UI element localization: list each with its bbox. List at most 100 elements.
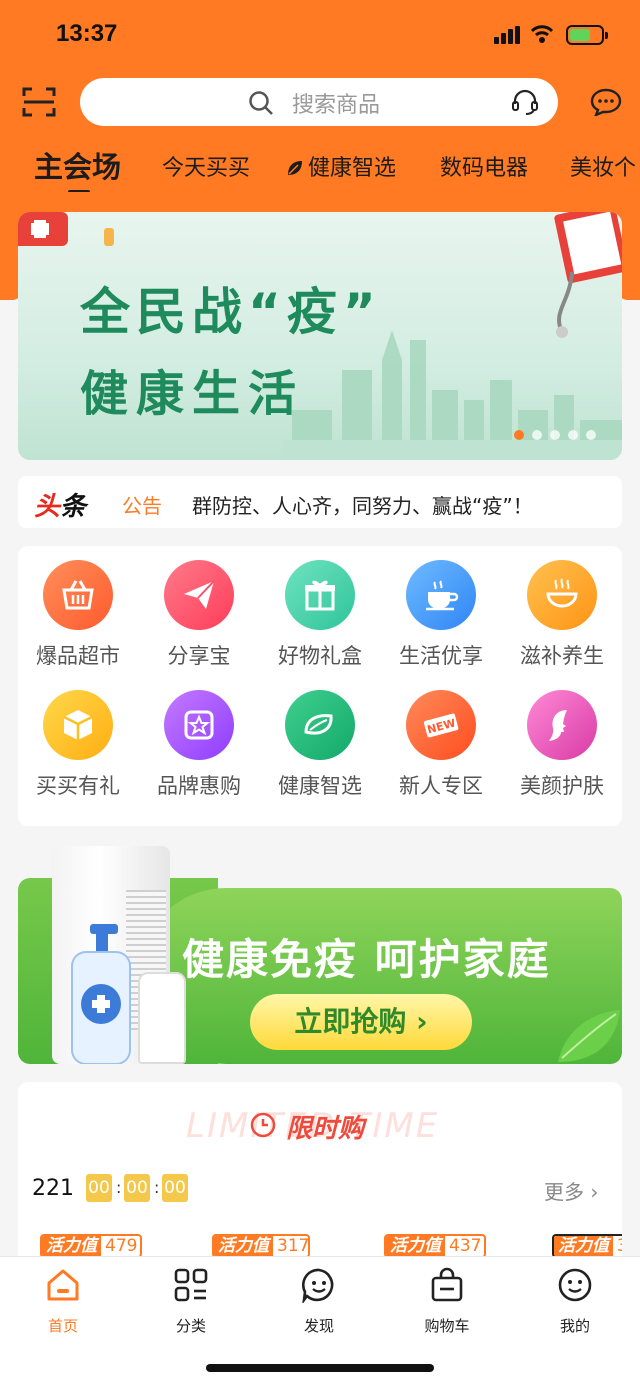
more-link[interactable]: 更多 › — [544, 1176, 598, 1205]
vitality-value: 479 — [105, 1236, 138, 1256]
battery-icon — [566, 25, 608, 45]
flash-title: 限时购 — [286, 1114, 365, 1144]
hero-banner[interactable]: 全民战“疫” 健康生活 — [18, 212, 622, 460]
paper-plane-icon — [164, 560, 234, 630]
announcement-bar[interactable]: 头条 公告 群防控、人心齐，同努力、赢战“疫”！ — [18, 476, 622, 528]
banner-dot[interactable] — [586, 430, 596, 440]
vitality-tag: 活力值3 — [552, 1234, 622, 1258]
grid-item-tonic[interactable]: 滋补养生 — [502, 560, 622, 670]
category-tabs: 主会场 今天买买 健康智选 数码电器 美妆个 — [0, 142, 640, 192]
tab-health-select-label: 健康智选 — [308, 156, 397, 181]
tab-beauty[interactable]: 美妆个 — [570, 150, 636, 182]
vitality-tag: 活力值 437 — [384, 1234, 486, 1258]
gift-icon — [285, 560, 355, 630]
banner-dot[interactable] — [550, 430, 560, 440]
grid-item-label: 健康智选 — [278, 774, 362, 798]
grid-item-buy-gift[interactable]: 买买有礼 — [18, 690, 138, 800]
vitality-tag: 活力值 479 — [40, 1234, 142, 1258]
banner-dot-active[interactable] — [514, 430, 524, 440]
more-link-label: 更多 — [544, 1180, 584, 1204]
grid-item-health[interactable]: 健康智选 — [260, 690, 380, 800]
grid-item-newcomer[interactable]: NEW 新人专区 — [381, 690, 501, 800]
tab-label: 购物车 — [424, 1317, 470, 1335]
grid-item-label: 分享宝 — [167, 644, 231, 668]
banner-dot[interactable] — [568, 430, 578, 440]
leaf-decoration-icon — [558, 1010, 620, 1062]
vitality-value: 437 — [449, 1236, 482, 1256]
grid-item-label: 买买有礼 — [36, 774, 120, 798]
countdown-seconds: 00 — [162, 1174, 188, 1202]
tab-home[interactable]: 首页 — [18, 1267, 108, 1336]
search-icon — [249, 91, 273, 115]
scan-icon[interactable] — [22, 86, 56, 118]
tab-label: 分类 — [175, 1317, 206, 1335]
grid-item-hot-market[interactable]: 爆品超市 — [18, 560, 138, 670]
grid-item-label: 新人专区 — [399, 774, 483, 798]
signal-icon — [494, 26, 522, 44]
tab-label: 首页 — [47, 1317, 78, 1335]
home-indicator[interactable] — [206, 1364, 434, 1372]
logo-char-b: 条 — [60, 492, 87, 522]
grid-item-label: 滋补养生 — [520, 644, 604, 668]
grid-item-label: 品牌惠购 — [157, 774, 241, 798]
star-badge-icon — [164, 690, 234, 760]
tab-today-buy[interactable]: 今天买买 — [162, 150, 250, 182]
countdown-minutes: 00 — [124, 1174, 150, 1202]
promo-banner[interactable]: 健康免疫 呵护家庭 立即抢购 › — [18, 842, 622, 1064]
vitality-value: 3 — [613, 1236, 622, 1256]
grid-item-gift-box[interactable]: 好物礼盒 — [260, 560, 380, 670]
category-grid: 爆品超市 分享宝 好物礼盒 生活优享 滋补养生 买买有礼 品牌惠购 健康智选 N… — [18, 546, 622, 826]
buy-now-button[interactable]: 立即抢购 › — [250, 994, 472, 1050]
vitality-label: 活力值 — [214, 1236, 273, 1256]
clock-icon — [250, 1112, 276, 1138]
banner-pagination — [506, 425, 596, 444]
tab-health-select[interactable]: 健康智选 — [286, 150, 396, 182]
coffee-cup-icon — [406, 560, 476, 630]
grid-item-share[interactable]: 分享宝 — [139, 560, 259, 670]
banner-subtitle: 健康生活 — [80, 366, 305, 422]
grid-item-life[interactable]: 生活优享 — [381, 560, 501, 670]
status-bar: 13:37 — [0, 0, 640, 70]
tab-digital[interactable]: 数码电器 — [440, 150, 528, 182]
box-icon — [43, 690, 113, 760]
countdown-hours: 00 — [86, 1174, 112, 1202]
tab-label: 我的 — [559, 1317, 590, 1335]
headline-logo: 头条 — [34, 486, 86, 523]
grid-item-label: 生活优享 — [399, 644, 483, 668]
grid-item-brand[interactable]: 品牌惠购 — [139, 690, 259, 800]
banner-dot[interactable] — [532, 430, 542, 440]
first-aid-kit-icon — [18, 212, 114, 246]
promo-headline: 健康免疫 呵护家庭 — [182, 935, 551, 984]
basket-icon — [43, 560, 113, 630]
vitality-label: 活力值 — [386, 1236, 445, 1256]
wifi-icon — [530, 25, 554, 43]
flash-count: 221 — [32, 1176, 74, 1201]
tab-main-venue[interactable]: 主会场 — [34, 144, 121, 192]
vitality-tag: 活力值 317 — [212, 1234, 310, 1258]
category-grid-icon — [174, 1268, 208, 1302]
tab-category[interactable]: 分类 — [146, 1267, 236, 1336]
chevron-right-icon: › — [590, 1180, 599, 1204]
tab-discover[interactable]: 发现 — [274, 1267, 364, 1336]
chat-bubble-icon[interactable] — [590, 88, 622, 116]
vitality-label: 活力值 — [554, 1236, 613, 1256]
grid-item-label: 好物礼盒 — [278, 644, 362, 668]
grid-item-beauty[interactable]: 美颜护肤 — [502, 690, 622, 800]
discover-face-icon — [301, 1268, 334, 1305]
announcement-text: 群防控、人心齐，同努力、赢战“疫”！ — [192, 494, 533, 518]
soap-bottle-image — [71, 924, 131, 1064]
supplement-bottle-image — [138, 972, 186, 1064]
tab-mine[interactable]: 我的 — [530, 1267, 620, 1336]
status-time: 13:37 — [56, 20, 118, 47]
vitality-label: 活力值 — [42, 1236, 101, 1256]
tab-label: 发现 — [303, 1317, 334, 1335]
home-icon — [47, 1269, 79, 1301]
profile-smile-icon — [558, 1268, 592, 1302]
search-bar[interactable]: 搜索商品 — [80, 78, 558, 126]
logo-char-a: 头 — [34, 492, 61, 522]
bowl-icon — [527, 560, 597, 630]
headset-icon[interactable] — [510, 87, 540, 117]
tab-cart[interactable]: 购物车 — [402, 1267, 492, 1336]
shopping-bag-icon — [431, 1267, 463, 1302]
grid-item-label: 爆品超市 — [36, 644, 120, 668]
